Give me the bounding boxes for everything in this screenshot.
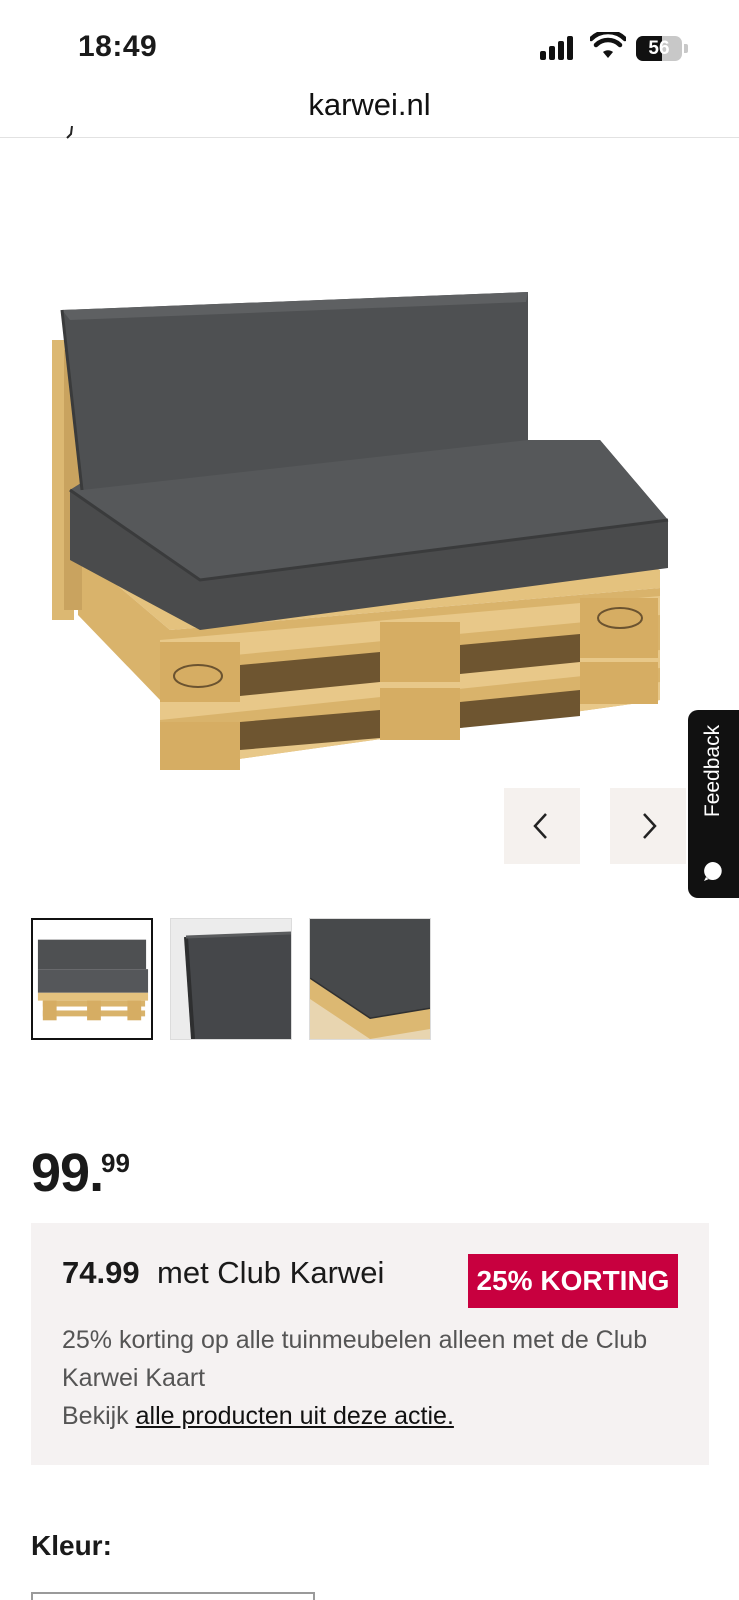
battery-level: 56	[648, 38, 670, 59]
color-label: Kleur:	[31, 1530, 112, 1561]
address-bar[interactable]: karwei.nl	[0, 82, 739, 138]
chat-bubble-icon	[704, 862, 722, 881]
promo-link-line: Bekijk alle producten uit deze actie.	[62, 1397, 454, 1435]
clipped-content-fragment	[66, 126, 73, 139]
feedback-tab[interactable]: Feedback	[688, 710, 739, 898]
feedback-label: Feedback	[701, 724, 724, 818]
url-text: karwei.nl	[308, 87, 431, 122]
thumbnail-image	[33, 920, 151, 1038]
promo-products-link[interactable]: alle producten uit deze actie.	[136, 1402, 454, 1430]
thumbnail-3[interactable]	[309, 918, 431, 1040]
club-promo-box: 74.99 met Club Karwei 25% KORTING 25% ko…	[31, 1223, 709, 1465]
product-image[interactable]	[40, 270, 690, 810]
thumbnail-1[interactable]	[31, 918, 153, 1040]
status-time: 18:49	[78, 30, 158, 63]
promo-description: 25% korting op alle tuinmeubelen alleen …	[62, 1326, 648, 1392]
discount-badge: 25% KORTING	[468, 1254, 678, 1308]
thumbnail-2[interactable]	[170, 918, 292, 1040]
club-price-label: met Club Karwei	[157, 1255, 385, 1290]
status-bar: 18:49 56	[0, 0, 739, 90]
product-price-cents: 99	[101, 1148, 130, 1178]
chevron-left-icon	[533, 813, 547, 839]
product-price: 99.	[31, 1143, 104, 1203]
club-price: 74.99	[62, 1255, 140, 1290]
thumbnail-image	[171, 919, 291, 1039]
color-option[interactable]	[31, 1592, 315, 1600]
thumbnail-image	[310, 919, 430, 1039]
wifi-icon	[590, 32, 626, 58]
promo-link-prefix: Bekijk	[62, 1402, 129, 1430]
battery-icon: 56	[636, 36, 688, 61]
chevron-right-icon	[643, 813, 657, 839]
cellular-signal-icon	[540, 36, 576, 60]
carousel-next-button[interactable]	[610, 788, 686, 864]
carousel-prev-button[interactable]	[504, 788, 580, 864]
